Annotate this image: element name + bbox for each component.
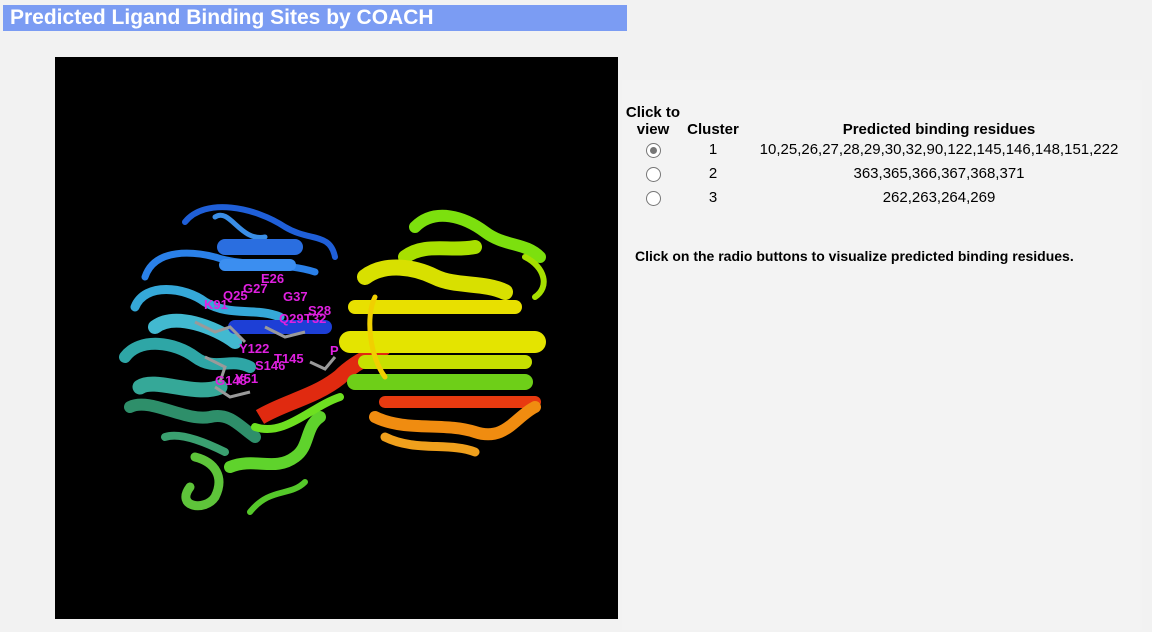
cluster-number: 3 [708, 189, 718, 206]
cluster-3-radio[interactable] [645, 190, 661, 206]
table-row: 3 262,263,264,269 [622, 186, 1136, 210]
cluster-1-radio[interactable] [645, 142, 661, 158]
page-title-bar: Predicted Ligand Binding Sites by COACH [3, 5, 627, 31]
protein-structure-image: E26 G27 Q25 K91 G37 S28 Q29 T32 P Y122 T… [119, 204, 547, 515]
residue-label: T32 [304, 311, 326, 326]
right-domain-ribbons [339, 209, 547, 457]
results-panel: Click to view Cluster Predicted binding … [622, 80, 1142, 630]
residue-label: Q29 [279, 311, 304, 326]
table-row: 2 363,365,366,367,368,371 [622, 162, 1136, 186]
binding-residues: 10,25,26,27,28,29,30,32,90,122,145,146,1… [759, 141, 1119, 158]
residue-label: G37 [283, 289, 308, 304]
view-cell [622, 186, 684, 210]
binding-residues: 262,263,264,269 [882, 189, 996, 206]
residue-label: S146 [255, 358, 285, 373]
cluster-number: 2 [708, 165, 718, 182]
binding-residues: 363,365,366,367,368,371 [853, 165, 1025, 182]
binding-sites-table: Click to view Cluster Predicted binding … [622, 104, 1136, 210]
molecule-viewer[interactable]: E26 G27 Q25 K91 G37 S28 Q29 T32 P Y122 T… [55, 57, 618, 619]
table-row: 1 10,25,26,27,28,29,30,32,90,122,145,146… [622, 138, 1136, 162]
view-cell [622, 138, 684, 162]
table-header-row: Click to view Cluster Predicted binding … [622, 104, 1136, 138]
header-click-to-view: Click to view [625, 104, 681, 138]
residue-label: Y51 [235, 371, 258, 386]
residue-label: Y122 [239, 341, 269, 356]
cluster-2-radio[interactable] [645, 166, 661, 182]
header-cluster: Cluster [687, 121, 739, 138]
cluster-number: 1 [708, 141, 718, 158]
page-title: Predicted Ligand Binding Sites by COACH [10, 6, 434, 29]
residue-label: P [330, 343, 339, 358]
view-cell [622, 162, 684, 186]
residue-label: K91 [204, 297, 228, 312]
header-binding-residues: Predicted binding residues [842, 121, 1036, 138]
instruction-note: Click on the radio buttons to visualize … [635, 248, 1074, 264]
left-domain-ribbons [119, 204, 344, 515]
